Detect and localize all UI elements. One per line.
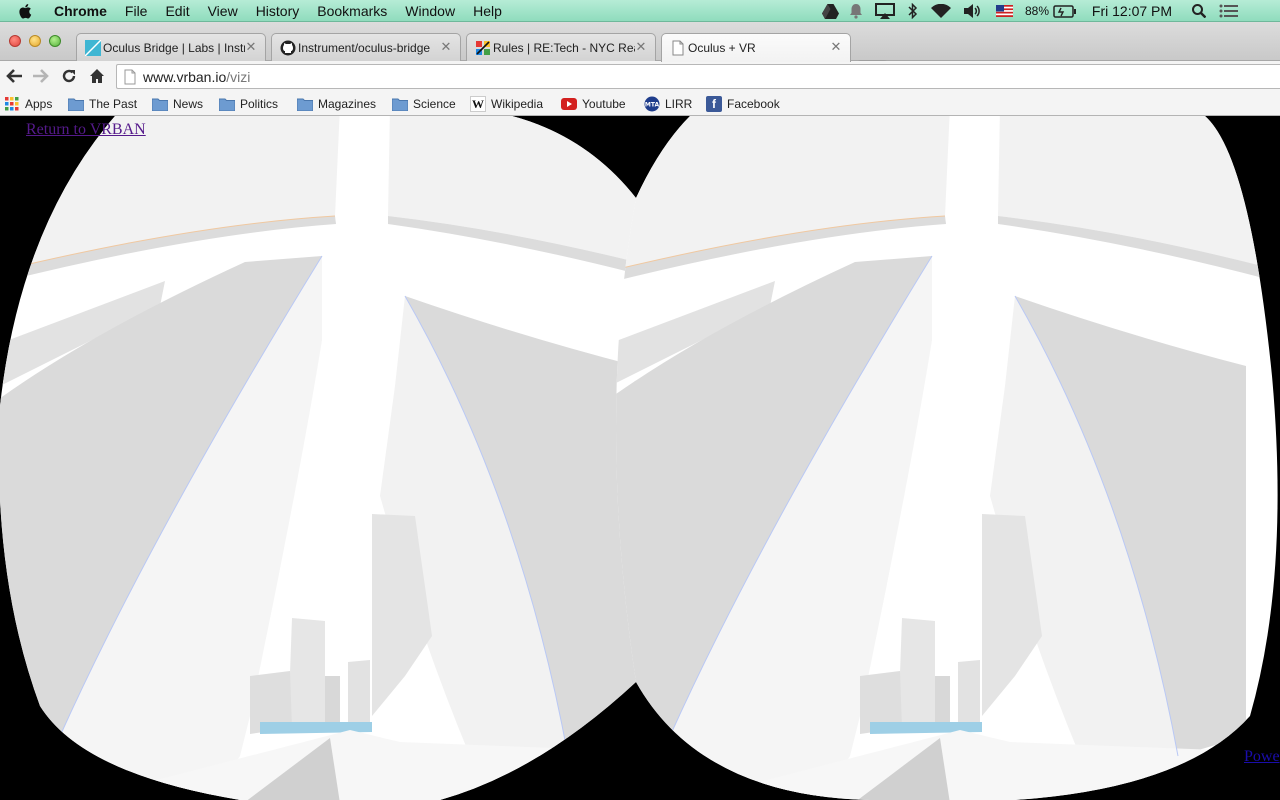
labs-favicon-icon [85, 40, 101, 56]
tab-title: Rules | RE:Tech - NYC Real Estate [493, 41, 635, 55]
menu-file[interactable]: File [125, 2, 148, 20]
bookmark-label: News [173, 97, 204, 111]
retech-favicon-icon [476, 41, 490, 55]
status-area: 88% Fri 12:07 PM [820, 0, 1280, 22]
home-button[interactable] [86, 65, 108, 87]
page-icon [672, 40, 684, 56]
tab-close-icon[interactable]: ✕ [245, 40, 257, 54]
bookmarks-bar: Apps The Past News Politics Magazines Sc… [0, 91, 1280, 116]
tab-oculus-vr[interactable]: Oculus + VR ✕ [661, 33, 851, 62]
folder-icon [392, 96, 408, 112]
menu-bookmarks[interactable]: Bookmarks [317, 2, 387, 20]
bookmark-news[interactable]: News [152, 95, 203, 113]
bookmark-the-past[interactable]: The Past [68, 95, 137, 113]
return-to-vrban-link[interactable]: Return to VRBAN [26, 121, 146, 139]
tab-close-icon[interactable]: ✕ [830, 40, 842, 54]
apps-grid-icon [4, 96, 20, 112]
folder-icon [219, 96, 235, 112]
bookmark-politics[interactable]: Politics [219, 95, 278, 113]
tab-strip: Oculus Bridge | Labs | Instrument ✕ Inst… [0, 22, 1280, 76]
bluetooth-icon[interactable] [906, 0, 920, 22]
bookmark-label: Science [413, 97, 456, 111]
reload-button[interactable] [58, 65, 80, 87]
window-minimize-button[interactable] [29, 35, 41, 47]
forward-arrow-icon [33, 69, 49, 83]
menu-list: Chrome File Edit View History Bookmarks … [54, 2, 520, 20]
tab-retech-rules[interactable]: Rules | RE:Tech - NYC Real Estate ✕ [466, 33, 656, 61]
battery-icon[interactable] [1052, 0, 1078, 22]
facebook-icon: f [706, 96, 722, 112]
mta-icon: MTA [644, 96, 660, 112]
notification-bell-icon[interactable] [846, 0, 866, 22]
bookmark-label: Magazines [318, 97, 377, 111]
macos-menu-bar: Chrome File Edit View History Bookmarks … [0, 0, 1280, 22]
browser-toolbar: www.vrban.io/vizi [0, 61, 1280, 91]
menu-window[interactable]: Window [405, 2, 455, 20]
us-flag-icon[interactable] [994, 0, 1014, 22]
bookmark-label: Facebook [727, 97, 780, 111]
back-button[interactable] [3, 65, 25, 87]
wikipedia-icon: W [470, 96, 486, 112]
tab-title: Instrument/oculus-bridge [298, 41, 431, 55]
bookmark-label: Youtube [582, 97, 626, 111]
tab-close-icon[interactable]: ✕ [440, 40, 452, 54]
folder-icon [152, 96, 168, 112]
youtube-icon [561, 96, 577, 112]
volume-icon[interactable] [962, 0, 982, 22]
bookmark-label: LIRR [665, 97, 693, 111]
bookmark-magazines[interactable]: Magazines [297, 95, 376, 113]
right-eye-view [616, 116, 1278, 800]
menu-view[interactable]: View [208, 2, 238, 20]
url-host: www.vrban.io [143, 69, 227, 85]
page-info-icon[interactable] [123, 69, 137, 85]
google-drive-icon[interactable] [820, 0, 840, 22]
reload-icon [62, 69, 76, 83]
bookmark-label: Wikipedia [491, 97, 544, 111]
tab-title: Oculus Bridge | Labs | Instrument [103, 41, 245, 55]
bookmark-label: Apps [25, 97, 53, 111]
notification-center-icon[interactable] [1218, 0, 1240, 22]
window-close-button[interactable] [9, 35, 21, 47]
bookmark-label: Politics [240, 97, 279, 111]
bookmark-wikipedia[interactable]: W Wikipedia [470, 95, 543, 113]
tab-close-icon[interactable]: ✕ [635, 40, 647, 54]
address-bar[interactable]: www.vrban.io/vizi [116, 64, 1280, 89]
battery-percent[interactable]: 88% [1022, 0, 1052, 22]
spotlight-search-icon[interactable] [1190, 0, 1208, 22]
bookmark-youtube[interactable]: Youtube [561, 95, 626, 113]
tab-title: Oculus + VR [688, 41, 756, 55]
airplay-icon[interactable] [874, 0, 896, 22]
powered-by-link[interactable]: Powe [1244, 748, 1280, 766]
tab-oculus-bridge-github[interactable]: Instrument/oculus-bridge ✕ [271, 33, 461, 61]
menu-history[interactable]: History [256, 2, 300, 20]
window-zoom-button[interactable] [49, 35, 61, 47]
bookmark-facebook[interactable]: f Facebook [706, 95, 780, 113]
forward-button[interactable] [30, 65, 52, 87]
menu-app-name[interactable]: Chrome [54, 2, 107, 20]
bookmark-apps[interactable]: Apps [4, 95, 52, 113]
vr-stereo-scene [0, 116, 1280, 800]
back-arrow-icon [6, 69, 22, 83]
folder-icon [297, 96, 313, 112]
github-icon [280, 40, 296, 56]
folder-icon [68, 96, 84, 112]
tab-oculus-bridge[interactable]: Oculus Bridge | Labs | Instrument ✕ [76, 33, 266, 61]
menu-help[interactable]: Help [473, 2, 502, 20]
menu-edit[interactable]: Edit [165, 2, 189, 20]
url-text[interactable]: www.vrban.io/vizi [143, 69, 250, 85]
vr-canvas[interactable]: Return to VRBAN Powe [0, 116, 1280, 800]
home-icon [90, 69, 104, 83]
clock[interactable]: Fri 12:07 PM [1086, 0, 1178, 22]
wifi-icon[interactable] [930, 0, 952, 22]
bookmark-lirr[interactable]: MTA LIRR [644, 95, 692, 113]
svg-text:MTA: MTA [645, 102, 660, 109]
bookmark-science[interactable]: Science [392, 95, 456, 113]
bookmark-label: The Past [89, 97, 138, 111]
url-path: /vizi [226, 69, 251, 85]
apple-logo-icon[interactable] [17, 2, 35, 20]
